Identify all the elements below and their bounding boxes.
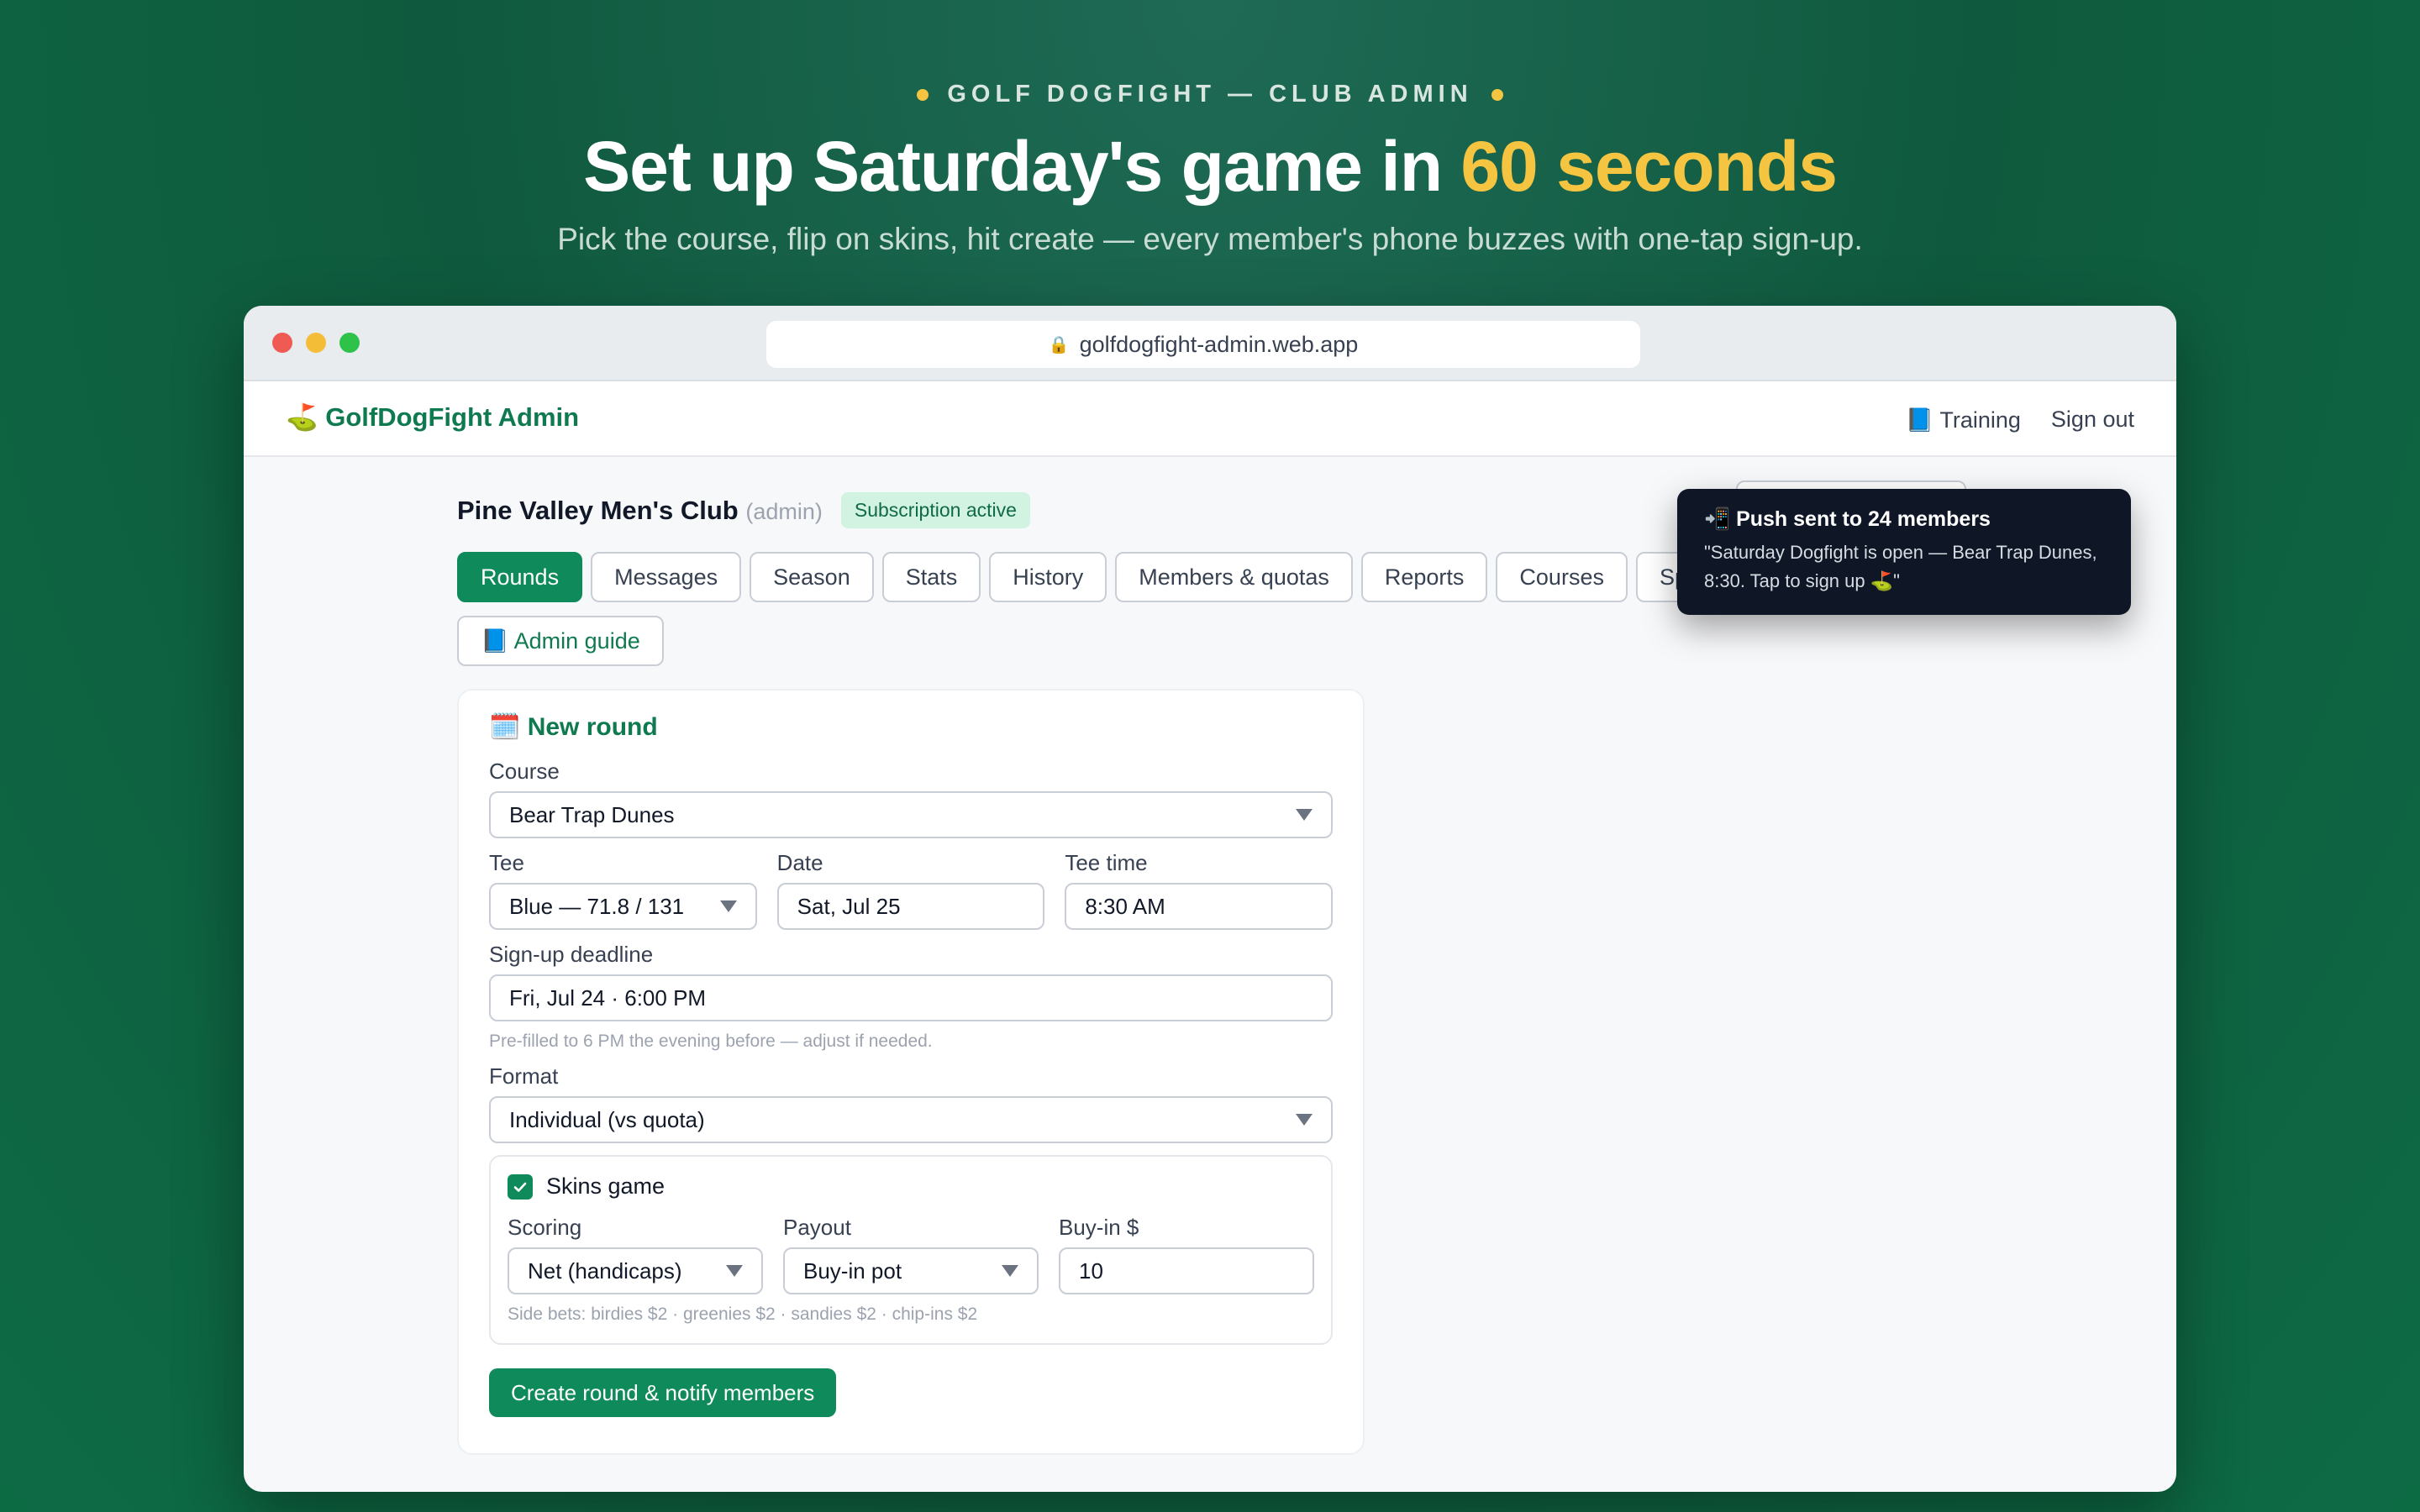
toast-body: "Saturday Dogfight is open — Bear Trap D… xyxy=(1704,542,2097,591)
course-value: Bear Trap Dunes xyxy=(509,801,675,827)
dot-icon xyxy=(1491,88,1503,101)
create-round-button[interactable]: Create round & notify members xyxy=(489,1368,837,1417)
club-header: Pine Valley Men's Club (admin) Subscript… xyxy=(457,492,1030,528)
headline: Set up Saturday's game in 60 seconds xyxy=(0,126,2420,207)
buyin-label: Buy-in $ xyxy=(1059,1215,1139,1240)
club-name-text: Pine Valley Men's Club xyxy=(457,495,739,525)
chevron-down-icon xyxy=(1002,1265,1018,1277)
chevron-down-icon xyxy=(1296,1114,1313,1126)
url-bar[interactable]: 🔒 golfdogfight-admin.web.app xyxy=(766,321,1640,368)
scoring-label: Scoring xyxy=(508,1215,582,1240)
buyin-input[interactable]: 10 xyxy=(1059,1247,1314,1294)
chevron-down-icon xyxy=(1296,809,1313,821)
date-value: Sat, Jul 25 xyxy=(797,893,901,919)
tab-courses[interactable]: Courses xyxy=(1496,552,1628,602)
tee-time-input[interactable]: 8:30 AM xyxy=(1065,883,1334,930)
tab-history[interactable]: History xyxy=(989,552,1107,602)
skins-label: Skins game xyxy=(546,1173,666,1199)
club-name: Pine Valley Men's Club (admin) xyxy=(457,496,823,526)
deadline-value: Fri, Jul 24 · 6:00 PM xyxy=(509,984,707,1011)
sign-out-link[interactable]: Sign out xyxy=(2051,407,2134,433)
new-round-card: 🗓️ New round Course Bear Trap Dunes Tee … xyxy=(457,689,1365,1455)
course-label: Course xyxy=(489,759,560,784)
browser-chrome: 🔒 golfdogfight-admin.web.app xyxy=(244,306,2176,381)
lock-icon: 🔒 xyxy=(1048,335,1070,354)
tab-reports[interactable]: Reports xyxy=(1360,552,1488,602)
push-notification-toast: 📲 Push sent to 24 members "Saturday Dogf… xyxy=(1677,489,2131,615)
skins-options-row: Scoring Net (handicaps) Payout Buy-in po… xyxy=(508,1215,1314,1294)
tee-date-time-row: Tee Blue — 71.8 / 131 Date Sat, Jul 25 T… xyxy=(489,850,1334,930)
payout-value: Buy-in pot xyxy=(803,1257,902,1284)
buyin-value: 10 xyxy=(1079,1257,1103,1284)
payout-select[interactable]: Buy-in pot xyxy=(783,1247,1039,1294)
tee-value: Blue — 71.8 / 131 xyxy=(509,893,685,919)
subline: Pick the course, flip on skins, hit crea… xyxy=(557,222,1863,256)
card-title: 🗓️ New round xyxy=(489,713,658,741)
deadline-input[interactable]: Fri, Jul 24 · 6:00 PM xyxy=(489,974,1333,1021)
checkbox-checked-icon[interactable] xyxy=(508,1173,533,1200)
checkmark-icon xyxy=(513,1182,527,1192)
scoring-value: Net (handicaps) xyxy=(528,1257,682,1284)
date-label: Date xyxy=(776,850,823,875)
tee-time-label: Tee time xyxy=(1065,850,1148,875)
skins-panel: Skins game Scoring Net (handicaps) Payou… xyxy=(489,1155,1333,1345)
eyebrow: GOLF DOGFIGHT — CLUB ADMIN xyxy=(0,81,2420,108)
chevron-down-icon xyxy=(726,1265,743,1277)
tab-rounds[interactable]: Rounds xyxy=(457,552,583,602)
tab-admin-guide[interactable]: 📘 Admin guide xyxy=(457,616,664,666)
club-role: (admin) xyxy=(745,498,823,524)
header-nav: 📘 Training Sign out xyxy=(1906,407,2134,433)
close-window-icon[interactable] xyxy=(272,333,292,353)
tab-stats[interactable]: Stats xyxy=(881,552,981,602)
skins-toggle[interactable]: Skins game xyxy=(508,1173,1314,1200)
scoring-select[interactable]: Net (handicaps) xyxy=(508,1247,763,1294)
subscription-badge: Subscription active xyxy=(840,492,1030,528)
section-tabs: Rounds Messages Season Stats History Mem… xyxy=(457,552,1751,666)
tee-time-value: 8:30 AM xyxy=(1085,893,1165,919)
browser-window: 🔒 golfdogfight-admin.web.app ⛳ GolfDogFi… xyxy=(244,306,2176,1492)
chevron-down-icon xyxy=(719,900,737,912)
format-select[interactable]: Individual (vs quota) xyxy=(489,1096,1333,1143)
minimize-window-icon[interactable] xyxy=(306,333,326,353)
tee-label: Tee xyxy=(489,850,524,875)
tab-messages[interactable]: Messages xyxy=(591,552,742,602)
maximize-window-icon[interactable] xyxy=(339,333,360,353)
headline-accent: 60 seconds xyxy=(1460,127,1838,206)
eyebrow-text: GOLF DOGFIGHT — CLUB ADMIN xyxy=(947,81,1473,108)
deadline-hint: Pre-filled to 6 PM the evening before — … xyxy=(489,1032,933,1051)
toast-title: 📲 Push sent to 24 members xyxy=(1704,507,1991,531)
brand-logo[interactable]: ⛳ GolfDogFight Admin xyxy=(286,402,579,433)
tee-select[interactable]: Blue — 71.8 / 131 xyxy=(489,883,757,930)
side-bets-hint: Side bets: birdies $2 · greenies $2 · sa… xyxy=(508,1305,978,1324)
format-value: Individual (vs quota) xyxy=(509,1106,705,1132)
dot-icon xyxy=(917,88,929,101)
payout-label: Payout xyxy=(783,1215,851,1240)
date-input[interactable]: Sat, Jul 25 xyxy=(776,883,1045,930)
deadline-label: Sign-up deadline xyxy=(489,942,654,967)
course-select[interactable]: Bear Trap Dunes xyxy=(489,791,1333,838)
url-text: golfdogfight-admin.web.app xyxy=(1079,331,1359,357)
headline-main: Set up Saturday's game in xyxy=(583,127,1461,206)
training-link[interactable]: 📘 Training xyxy=(1906,407,2021,433)
format-label: Format xyxy=(489,1063,559,1089)
tab-members-quotas[interactable]: Members & quotas xyxy=(1115,552,1353,602)
tab-season[interactable]: Season xyxy=(750,552,874,602)
app-header: ⛳ GolfDogFight Admin 📘 Training Sign out xyxy=(244,381,2176,457)
